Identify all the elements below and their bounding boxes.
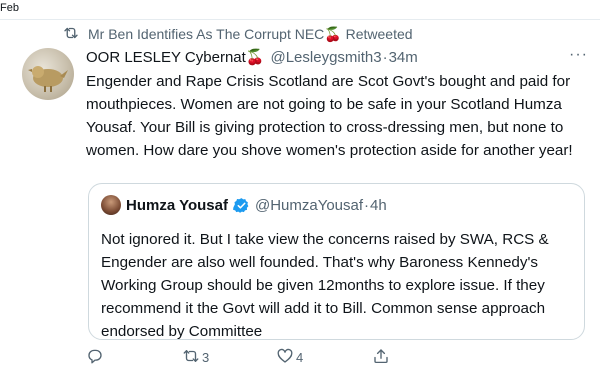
like-count: 4: [296, 349, 304, 365]
tweet-body: OOR LESLEY Cybernat🍒 @Lesleygsmith3 · 34…: [86, 46, 588, 162]
more-options-button[interactable]: ···: [569, 46, 588, 64]
tweet-page: Feb Mr Ben Identifies As The Corrupt NEC…: [0, 0, 600, 378]
share-button[interactable]: [372, 347, 390, 368]
reply-button[interactable]: [86, 347, 106, 368]
retweet-icon: [182, 347, 200, 368]
like-button[interactable]: 4: [276, 347, 303, 368]
reply-icon: [86, 347, 104, 368]
author-handle[interactable]: @Lesleygsmith3: [270, 49, 381, 66]
quoted-author-name: Humza Yousaf: [126, 196, 228, 214]
quoted-separator: ·: [364, 196, 370, 214]
quoted-author-avatar: [101, 195, 121, 215]
author-name[interactable]: OOR LESLEY Cybernat🍒: [86, 48, 264, 66]
verified-badge-icon: [233, 197, 250, 214]
tweet-time[interactable]: 34m: [389, 49, 418, 66]
retweet-icon: [62, 24, 80, 45]
quoted-author-handle: @HumzaYousaf: [254, 196, 364, 214]
header-separator: ·: [382, 48, 388, 66]
quoted-tweet-card[interactable]: Humza Yousaf @HumzaYousaf · 4h Not ignor…: [88, 183, 585, 340]
tweet-header: OOR LESLEY Cybernat🍒 @Lesleygsmith3 · 34…: [86, 46, 588, 68]
quoted-tweet-time: 4h: [370, 196, 387, 214]
heart-icon: [276, 347, 294, 368]
retweet-context[interactable]: Mr Ben Identifies As The Corrupt NEC🍒 Re…: [62, 24, 413, 44]
share-icon: [372, 347, 390, 368]
tweet-text: Engender and Rape Crisis Scotland are Sc…: [86, 73, 573, 159]
quoted-tweet-header: Humza Yousaf @HumzaYousaf · 4h: [101, 194, 572, 216]
tweet-actions-bar: 3 4: [86, 347, 506, 367]
retweet-context-label: Mr Ben Identifies As The Corrupt NEC🍒 Re…: [88, 25, 413, 42]
author-avatar[interactable]: [22, 48, 74, 100]
retweet-count: 3: [202, 349, 210, 365]
retweet-button[interactable]: 3: [182, 347, 209, 368]
previous-item-fragment: Feb: [0, 0, 600, 20]
quoted-tweet-text: Not ignored it. But I take view the conc…: [101, 231, 549, 340]
